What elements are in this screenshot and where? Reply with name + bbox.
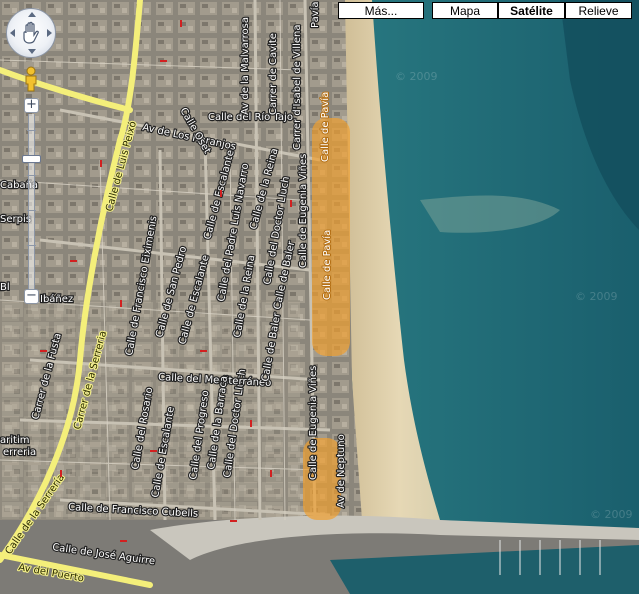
label-malvarrosa: Av de la Malvarrosa: [240, 17, 251, 115]
map-type-button[interactable]: Mapa: [432, 2, 498, 19]
terrain-type-button[interactable]: Relieve: [565, 2, 632, 19]
map-imagery[interactable]: Pavía Calle de Pavía Calle de Pavía Carr…: [0, 0, 639, 594]
zoom-in-button[interactable]: +: [24, 98, 39, 113]
label-eugenia-vines-2: Calle de Eugenia Viñes: [308, 366, 319, 480]
pegman-icon[interactable]: [21, 66, 41, 92]
pan-left-icon[interactable]: [10, 29, 15, 37]
label-pavia-top: Pavía: [309, 1, 321, 28]
watermark-top: © 2009: [395, 70, 438, 83]
label-edge-bi: Bl: [0, 282, 10, 293]
zoom-slider-handle[interactable]: [22, 155, 41, 163]
label-neptuno: Av de Neptuno: [336, 434, 347, 508]
label-edge-maritim: aritim: [0, 435, 29, 446]
label-pavia-2: Calle de Pavía: [321, 230, 333, 300]
label-eugenia-vines-1: Calle de Eugenia Viñes: [298, 154, 309, 268]
label-pavia-1: Calle de Pavía: [319, 92, 331, 162]
label-isabel-villena: Carrer d'Isabel de Villena: [292, 25, 303, 150]
zoom-tick: [27, 210, 36, 211]
hand-icon: [23, 21, 39, 44]
pan-right-icon[interactable]: [47, 29, 52, 37]
zoom-tick: [27, 175, 36, 176]
label-edge-serreria: erreria: [3, 447, 36, 458]
satellite-map[interactable]: Pavía Calle de Pavía Calle de Pavía Carr…: [0, 0, 639, 594]
zoom-slider-track[interactable]: [28, 114, 35, 289]
label-edge-ibanez: Ibáñez: [40, 293, 73, 305]
pan-up-icon[interactable]: [28, 12, 36, 17]
satellite-type-button[interactable]: Satélite: [498, 2, 565, 19]
more-button[interactable]: Más...: [338, 2, 424, 19]
pan-down-icon[interactable]: [28, 49, 36, 54]
watermark-mid: © 2009: [575, 290, 618, 303]
zoom-out-button[interactable]: −: [24, 289, 39, 304]
pan-control[interactable]: [6, 8, 56, 58]
watermark-bottom: © 2009: [590, 508, 633, 521]
label-cavite: Carrer de Cavite: [268, 33, 279, 115]
zoom-tick: [27, 130, 36, 131]
zoom-tick: [27, 245, 36, 246]
label-edge-serpis: Serpis: [0, 214, 31, 225]
